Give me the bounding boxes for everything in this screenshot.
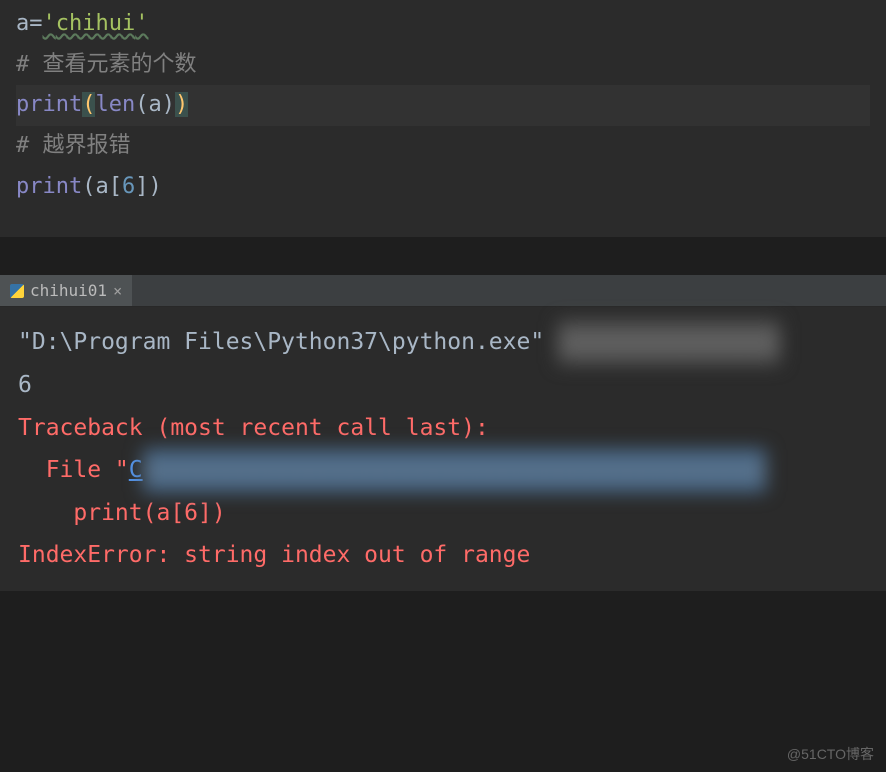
run-tab[interactable]: chihui01 × — [0, 275, 132, 306]
watermark: @51CTO博客 — [787, 744, 874, 764]
arg-a: a — [95, 174, 108, 199]
close-icon[interactable]: × — [113, 282, 122, 300]
quote-close: ' — [135, 11, 148, 36]
equals: = — [29, 11, 42, 36]
error-message: IndexError: string index out of range — [18, 542, 530, 568]
python-path: "D:\Program Files\Python37\python.exe" — [18, 329, 558, 355]
comment: # 越界报错 — [16, 133, 131, 158]
print-fn: print — [16, 174, 82, 199]
len-fn: len — [95, 92, 135, 117]
error-code: print(a[6]) — [18, 500, 226, 526]
index-num: 6 — [122, 174, 135, 199]
file-link[interactable]: C — [129, 457, 143, 483]
quote-open: ' — [43, 11, 56, 36]
tab-label: chihui01 — [30, 281, 107, 300]
error-code-line: print(a[6]) — [18, 492, 868, 535]
variable: a — [16, 11, 29, 36]
pane-separator — [0, 237, 886, 275]
output-line: 6 — [18, 364, 868, 407]
python-icon — [10, 284, 24, 298]
paren-open: ( — [82, 174, 95, 199]
output-value: 6 — [18, 372, 32, 398]
code-editor[interactable]: a='chihui' # 查看元素的个数 print(len(a)) # 越界报… — [0, 0, 886, 237]
error-message-line: IndexError: string index out of range — [18, 534, 868, 577]
string-value: chihui — [56, 11, 135, 36]
traceback-header: Traceback (most recent call last): — [18, 407, 868, 450]
console-tab-bar: chihui01 × — [0, 275, 886, 307]
blurred-filepath: xxxxxxxxxxxxxxxxxxxxxxxxxxxxxxxxxxxxxxxx… — [143, 449, 766, 492]
comment: # 查看元素的个数 — [16, 52, 197, 77]
paren-open-2: ( — [135, 92, 148, 117]
code-line-4: # 越界报错 — [16, 126, 870, 167]
file-prefix: File " — [18, 457, 129, 483]
code-line-2: # 查看元素的个数 — [16, 45, 870, 86]
code-line-5: print(a[6]) — [16, 167, 870, 208]
paren-close: ) — [148, 174, 161, 199]
console-output[interactable]: "D:\Program Files\Python37\python.exe" x… — [0, 307, 886, 590]
bracket-close: ] — [135, 174, 148, 199]
paren-open-1: ( — [82, 92, 95, 117]
print-fn: print — [16, 92, 82, 117]
paren-close-1: ) — [162, 92, 175, 117]
bracket-open: [ — [109, 174, 122, 199]
blurred-path: xxxxxxxxxxxxxxxx — [558, 321, 780, 364]
arg-a: a — [148, 92, 161, 117]
code-line-3-highlighted: print(len(a)) — [16, 85, 870, 126]
file-line: File "Cxxxxxxxxxxxxxxxxxxxxxxxxxxxxxxxxx… — [18, 449, 868, 492]
exec-line: "D:\Program Files\Python37\python.exe" x… — [18, 321, 868, 364]
paren-close-2: ) — [175, 92, 188, 117]
traceback-text: Traceback (most recent call last): — [18, 415, 489, 441]
code-line-1: a='chihui' — [16, 4, 870, 45]
